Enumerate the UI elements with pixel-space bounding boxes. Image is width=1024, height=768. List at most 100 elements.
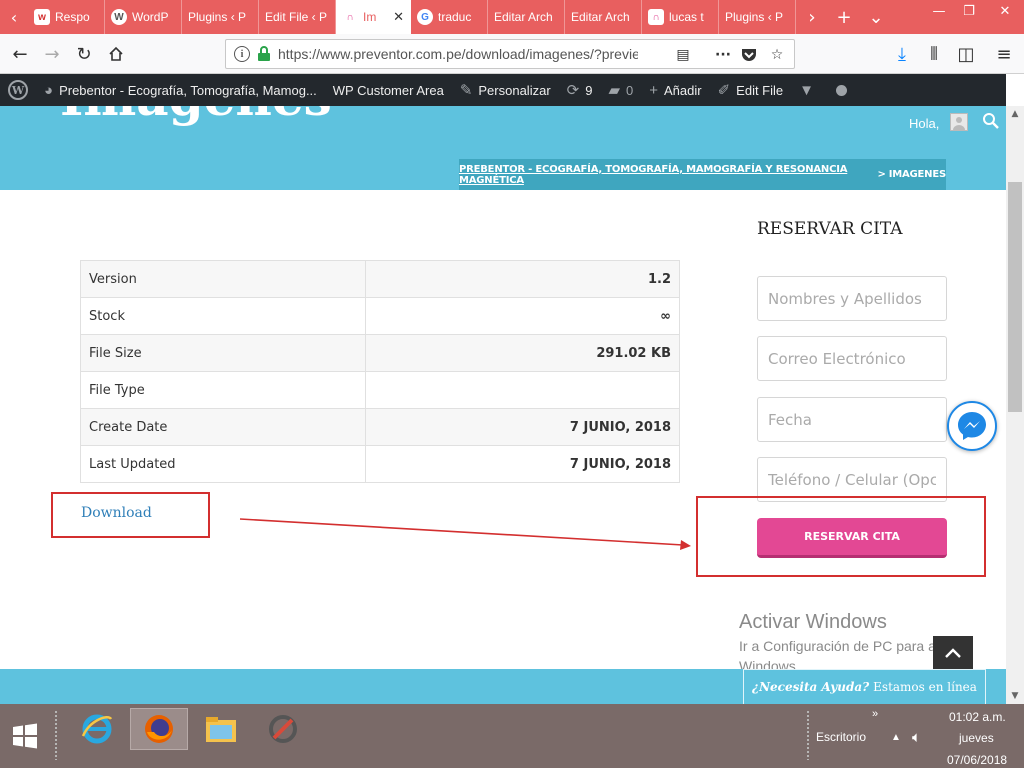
admin-edit-file[interactable]: ✐ Edit File [710,74,792,106]
url-text[interactable]: https://www.preventor.com.pe/download/im… [278,46,638,62]
bookmark-star-icon[interactable]: ☆ [766,44,788,66]
address-bar[interactable]: i https://www.preventor.com.pe/download/… [225,39,795,69]
messenger-chat-icon[interactable] [947,401,997,451]
pocket-icon[interactable] [738,44,760,66]
tab-scroll-left-icon[interactable]: ‹ [0,0,28,34]
clock-time[interactable]: 01:02 a.m. [949,710,1006,724]
speaker-volume-icon[interactable]: 🔈︎ [912,729,921,746]
page-content: Imagenes Hola, PREBENTOR - ECOGRAFÍA, TO… [0,106,1006,704]
toolbar-expand-icon[interactable]: » [872,708,878,720]
name-field[interactable] [757,276,947,321]
email-field[interactable] [757,336,947,381]
scroll-down-arrow-icon[interactable]: ▼ [1006,688,1024,704]
row-label: File Type [80,371,366,409]
scrollbar-thumb[interactable] [1008,182,1022,412]
tray-grip[interactable] [806,710,810,760]
clock-day[interactable]: jueves [959,731,994,745]
row-label: File Size [80,334,366,372]
download-link[interactable]: Download [81,505,152,521]
tab-7[interactable]: Editar Arch [565,0,642,34]
tab-label: Editar Arch [494,10,553,24]
list-tabs-chevron-icon[interactable]: ⌄ [860,0,892,34]
tab-9[interactable]: Plugins ‹ P [719,0,796,34]
avatar[interactable] [950,113,968,131]
scroll-to-top-chevron-up-icon[interactable] [933,636,973,670]
updates-count: 9 [585,82,593,98]
tab-3[interactable]: Edit File ‹ P [259,0,336,34]
page-scrollbar[interactable]: ▲ ▼ [1006,106,1024,704]
date-field[interactable] [757,397,947,442]
breadcrumb-home-link[interactable]: PREBENTOR - ECOGRAFÍA, TOMOGRAFÍA, MAMOG… [459,164,875,186]
row-value: 1.2 [365,260,680,298]
site-info-icon[interactable]: i [234,46,250,62]
admin-add-new[interactable]: + Añadir [641,74,709,106]
file-explorer-icon[interactable] [192,708,250,750]
wordpress-favicon-icon: W [111,9,127,25]
tab-2[interactable]: Plugins ‹ P [182,0,259,34]
snipping-tool-icon[interactable] [254,708,312,750]
forward-arrow-icon[interactable]: → [38,40,66,68]
breadcrumb-current: IMAGENES [888,169,946,180]
home-icon[interactable] [102,40,130,68]
back-arrow-icon[interactable]: ← [6,40,34,68]
reload-icon[interactable]: ↻ [70,40,98,68]
row-label: Create Date [80,408,366,446]
desktop-toolbar-label[interactable]: Escritorio [816,730,866,744]
windows-taskbar: » Escritorio ▲ 🔈︎ 01:02 a.m. jueves 07/0… [0,704,1024,768]
help-chat-widget[interactable]: ¿Necesita Ayuda? Estamos en línea [743,669,986,704]
watermark-title: Activar Windows [739,611,887,633]
tab-5[interactable]: G traduc [411,0,488,34]
tray-chevron-up-icon[interactable]: ▲ [891,732,901,743]
help-text: Estamos en línea [873,680,977,694]
minimize-icon[interactable]: — [924,0,954,22]
file-info-table: Version 1.2 Stock ∞ File Size 291.02 KB … [80,260,680,483]
row-value: 291.02 KB [365,334,680,372]
tab-label: Respo [55,10,90,24]
sidebar-title: RESERVAR CITA [757,219,903,239]
row-value [365,371,680,409]
sidebar-toggle-icon[interactable]: ◫ [952,40,980,68]
reader-view-icon[interactable]: ▤ [672,44,694,66]
admin-comments[interactable]: ▰ 0 [600,74,641,106]
tab-scroll-right-icon[interactable]: › [796,0,828,34]
new-tab-icon[interactable]: + [828,0,860,34]
tab-4-active[interactable]: ∩ Im ✕ [336,0,411,34]
admin-customize[interactable]: ✎ Personalizar [452,74,559,106]
clock-date[interactable]: 07/06/2018 [947,753,1007,767]
tab-0[interactable]: w Respo [28,0,105,34]
status-dot-icon[interactable] [828,74,855,106]
button-annotation-box [696,496,986,577]
firefox-icon[interactable] [130,708,188,750]
window-close-icon[interactable]: ✕ [990,0,1020,22]
comment-bubble-icon: ▰ [608,82,621,99]
download-icon[interactable]: ⤓ [888,40,916,68]
tab-8[interactable]: ∩ lucas t [642,0,719,34]
library-icon[interactable]: ⫴ [920,40,948,68]
windows-start-icon[interactable] [0,704,50,768]
search-icon[interactable] [982,112,1000,130]
taskbar-grip[interactable] [54,710,58,760]
admin-updates[interactable]: ⟳ 9 [559,74,601,106]
add-new-label: Añadir [664,82,702,98]
row-value: ∞ [365,297,680,335]
padlock-icon [258,46,270,61]
admin-customer-area[interactable]: WP Customer Area [325,74,452,106]
table-row: File Type [80,371,680,409]
admin-site-name[interactable]: ◕ Prebentor - Ecografía, Tomografía, Mam… [36,74,325,106]
restore-icon[interactable]: ❐ [954,0,984,22]
wordpress-logo-icon[interactable]: W [0,74,36,106]
row-value: 7 JUNIO, 2018 [365,445,680,483]
wp-admin-bar: W ◕ Prebentor - Ecografía, Tomografía, M… [0,74,1006,106]
plus-icon: + [649,81,659,99]
yoast-seo-icon[interactable]: ▼ [791,74,828,106]
pencil-icon: ✐ [717,82,731,99]
hamburger-menu-icon[interactable]: ≡ [990,40,1018,68]
internet-explorer-icon[interactable] [68,708,126,750]
tab-label: Edit File ‹ P [265,10,328,24]
dashboard-gauge-icon: ◕ [44,81,54,99]
tab-1[interactable]: W WordP [105,0,182,34]
page-actions-icon[interactable]: ··· [712,44,734,66]
close-tab-icon[interactable]: ✕ [393,9,404,25]
tab-6[interactable]: Editar Arch [488,0,565,34]
scroll-up-arrow-icon[interactable]: ▲ [1006,106,1024,122]
